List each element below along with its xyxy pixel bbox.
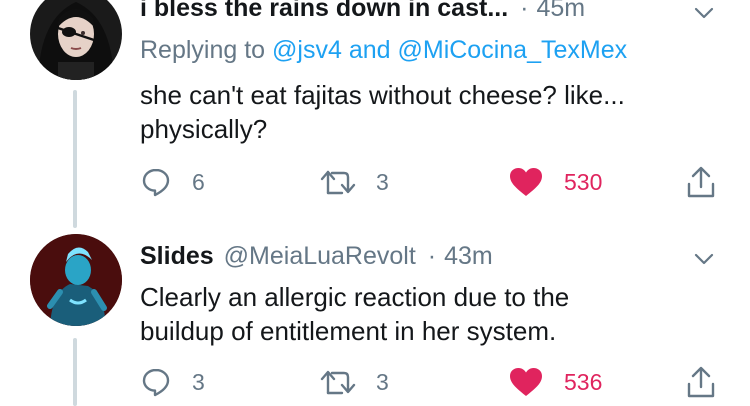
like-button[interactable]: 530 [508, 162, 602, 202]
display-name[interactable]: i bless the rains down in cast... [140, 0, 508, 23]
tweet-actions: 3 3 536 [140, 362, 720, 402]
heart-icon [510, 368, 542, 396]
like-button[interactable]: 536 [508, 362, 602, 402]
timestamp[interactable]: 43m [444, 242, 493, 271]
reply-button[interactable]: 6 [140, 162, 205, 202]
reply-count: 6 [192, 168, 205, 195]
reply-button[interactable]: 3 [140, 362, 205, 402]
share-button[interactable] [686, 362, 716, 402]
tweet-text-line: Clearly an allergic reaction due to the [140, 282, 570, 312]
tweet-text-line: buildup of entitlement in her system. [140, 316, 557, 346]
user-handle[interactable]: @MeiaLuaRevolt [224, 242, 416, 271]
mention-link[interactable]: @jsv4 [272, 36, 342, 64]
share-button[interactable] [686, 162, 716, 202]
replying-prefix: Replying to [140, 36, 266, 64]
retweet-icon [320, 370, 356, 395]
thread-line [73, 338, 77, 406]
tweet[interactable]: i bless the rains down in cast... · 45m … [0, 0, 750, 232]
share-icon [687, 166, 715, 198]
tweet-text-line: she can't eat fajitas without cheese? li… [140, 80, 625, 110]
reply-icon [142, 168, 170, 197]
retweet-button[interactable]: 3 [320, 362, 389, 402]
share-icon [687, 366, 715, 398]
retweet-button[interactable]: 3 [320, 162, 389, 202]
mention-link[interactable]: @MiCocina_TexMex [398, 36, 628, 64]
timestamp[interactable]: 45m [536, 0, 585, 23]
tweet-header: i bless the rains down in cast... · 45m [140, 0, 710, 28]
chevron-down-icon[interactable] [694, 6, 714, 20]
tweet-text: she can't eat fajitas without cheese? li… [140, 78, 710, 146]
like-count: 536 [564, 368, 603, 395]
tweet-text-line: physically? [140, 114, 268, 144]
tweet-header: Slides @MeiaLuaRevolt · 43m [140, 242, 710, 276]
reply-count: 3 [192, 368, 205, 395]
avatar[interactable] [30, 0, 122, 80]
retweet-count: 3 [376, 368, 389, 395]
avatar[interactable] [30, 234, 122, 326]
tweet[interactable]: Slides @MeiaLuaRevolt · 43m Clearly an a… [0, 232, 750, 406]
like-count: 530 [564, 168, 603, 195]
tweet-text: Clearly an allergic reaction due to the … [140, 280, 710, 348]
tweet-actions: 6 3 530 [140, 162, 720, 202]
replying-and[interactable]: and [349, 36, 391, 64]
chevron-down-icon[interactable] [694, 252, 714, 266]
replying-to: Replying to @jsv4 and @MiCocina_TexMex [140, 36, 627, 65]
reply-icon [142, 368, 170, 397]
display-name[interactable]: Slides [140, 242, 214, 271]
heart-icon [510, 168, 542, 196]
retweet-icon [320, 170, 356, 195]
thread-line [73, 90, 77, 228]
retweet-count: 3 [376, 168, 389, 195]
separator: · [520, 0, 529, 22]
separator: · [427, 242, 437, 270]
